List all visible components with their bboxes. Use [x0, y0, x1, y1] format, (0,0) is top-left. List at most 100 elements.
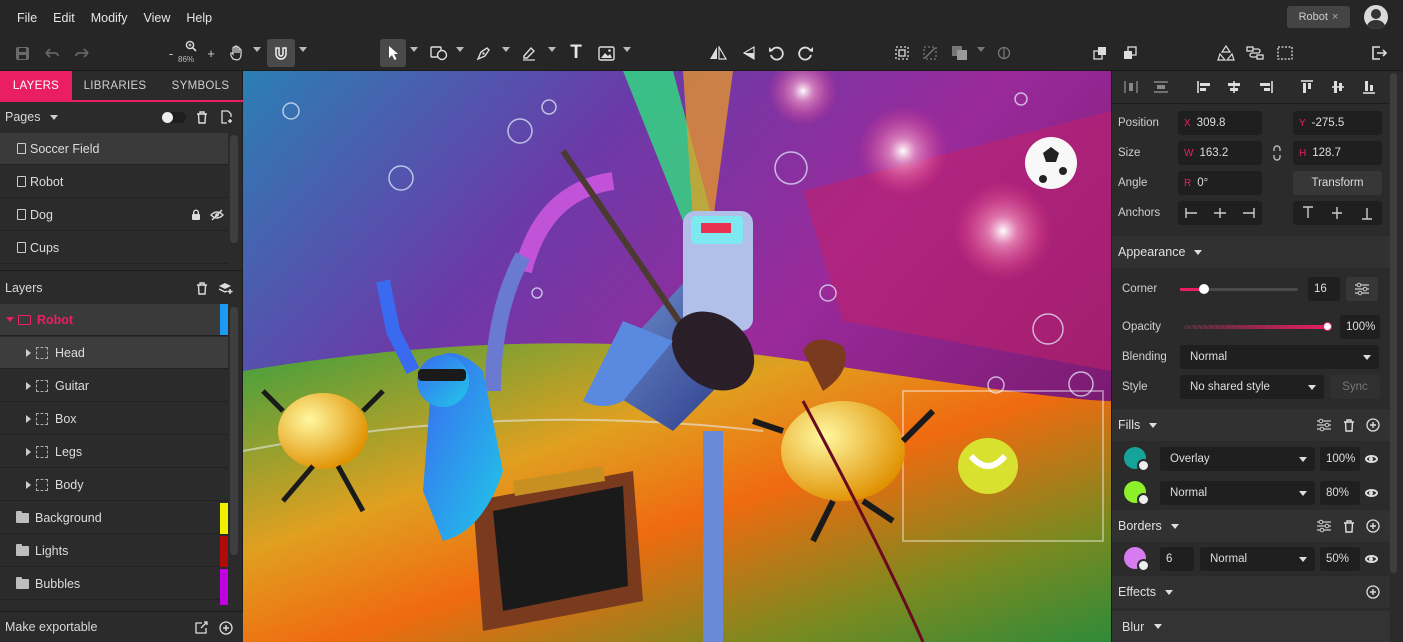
snap-magnet-icon[interactable]: [267, 39, 295, 67]
component-icon[interactable]: [1244, 39, 1266, 67]
distribute-vertical-icon[interactable]: [1152, 79, 1170, 95]
add-fill-icon[interactable]: [1366, 418, 1380, 432]
flip-vertical-icon[interactable]: [739, 39, 759, 67]
rotate-right-icon[interactable]: [796, 39, 816, 67]
collapse-icon[interactable]: [6, 317, 14, 322]
pages-dropdown-icon[interactable]: [50, 114, 59, 120]
image-dropdown-icon[interactable]: [623, 47, 631, 52]
appearance-header[interactable]: Appearance: [1112, 236, 1390, 268]
document-tab[interactable]: Robot ×: [1287, 6, 1350, 28]
border-width-field[interactable]: 6: [1160, 547, 1194, 571]
menu-file[interactable]: File: [9, 11, 45, 25]
hidden-eye-icon[interactable]: [210, 208, 224, 221]
border-blend-select[interactable]: Normal: [1200, 547, 1315, 571]
pages-scrollbar[interactable]: [230, 135, 238, 243]
delete-page-icon[interactable]: [195, 110, 209, 124]
delete-fill-icon[interactable]: [1342, 418, 1356, 432]
menu-help[interactable]: Help: [178, 11, 220, 25]
tab-libraries[interactable]: LIBRARIES: [72, 71, 158, 100]
shape-dropdown-icon[interactable]: [456, 47, 464, 52]
border-visibility-eye-icon[interactable]: [1365, 555, 1378, 563]
angle-field[interactable]: R 0°: [1178, 171, 1262, 195]
send-backward-icon[interactable]: [1120, 39, 1140, 67]
anchor-left-icon[interactable]: [1185, 208, 1199, 218]
menu-view[interactable]: View: [136, 11, 179, 25]
sync-button[interactable]: Sync: [1330, 375, 1380, 399]
layer-item-background[interactable]: Background: [0, 502, 228, 534]
align-bottom-icon[interactable]: [1360, 79, 1378, 95]
opacity-value-field[interactable]: 100%: [1340, 315, 1380, 339]
boolean-dropdown-icon[interactable]: [977, 47, 985, 52]
page-item-robot[interactable]: Robot: [0, 166, 228, 198]
position-y-field[interactable]: Y -275.5: [1293, 111, 1382, 135]
fill-2-color-swatch[interactable]: [1124, 481, 1150, 506]
blending-select[interactable]: Normal: [1180, 345, 1379, 369]
add-effect-icon[interactable]: [1366, 585, 1380, 599]
pointer-dropdown-icon[interactable]: [410, 47, 418, 52]
undo-icon[interactable]: [42, 39, 62, 67]
expand-icon[interactable]: [26, 480, 31, 489]
blur-dropdown-icon[interactable]: [1154, 624, 1163, 629]
shared-style-select[interactable]: No shared style: [1180, 375, 1324, 399]
menu-edit[interactable]: Edit: [45, 11, 83, 25]
tab-layers[interactable]: LAYERS: [0, 71, 72, 100]
constrain-proportions-icon[interactable]: [1270, 145, 1284, 161]
add-border-icon[interactable]: [1366, 519, 1380, 533]
align-left-icon[interactable]: [1195, 79, 1213, 95]
boolean-operations-icon[interactable]: [949, 39, 971, 67]
pen-dropdown-icon[interactable]: [502, 47, 510, 52]
effects-header[interactable]: Effects: [1112, 576, 1390, 608]
layer-item-bubbles[interactable]: Bubbles: [0, 568, 228, 600]
pencil-tool-icon[interactable]: [519, 39, 539, 67]
border-opacity-field[interactable]: 50%: [1320, 547, 1360, 571]
expand-icon[interactable]: [26, 447, 31, 456]
add-export-icon[interactable]: [219, 621, 233, 635]
image-tool-icon[interactable]: [595, 39, 617, 67]
size-h-field[interactable]: H 128.7: [1293, 141, 1382, 165]
anchor-center-h-icon[interactable]: [1213, 208, 1227, 218]
layer-item-box[interactable]: Box: [0, 403, 228, 435]
fill-1-opacity-field[interactable]: 100%: [1320, 447, 1360, 471]
anchor-right-icon[interactable]: [1241, 208, 1255, 218]
properties-scrollbar[interactable]: [1390, 73, 1397, 573]
corner-settings-icon[interactable]: [1346, 277, 1378, 301]
border-settings-icon[interactable]: [1316, 519, 1332, 533]
fill-2-opacity-field[interactable]: 80%: [1320, 481, 1360, 505]
rotate-left-icon[interactable]: [766, 39, 786, 67]
layer-item-head[interactable]: Head: [0, 337, 228, 369]
anchor-bottom-icon[interactable]: [1362, 206, 1373, 220]
corner-slider[interactable]: [1180, 284, 1298, 294]
opacity-slider[interactable]: [1184, 322, 1332, 331]
layer-item-body[interactable]: Body: [0, 469, 228, 501]
pen-tool-icon[interactable]: [474, 39, 494, 67]
flip-horizontal-icon[interactable]: [708, 39, 728, 67]
delete-border-icon[interactable]: [1342, 519, 1356, 533]
shape-tool-icon[interactable]: [428, 39, 450, 67]
fill-2-blend-select[interactable]: Normal: [1160, 481, 1315, 505]
add-page-icon[interactable]: [219, 110, 233, 124]
border-color-swatch[interactable]: [1124, 547, 1150, 572]
align-center-horizontal-icon[interactable]: [1225, 79, 1243, 95]
distribute-horizontal-icon[interactable]: [1122, 79, 1140, 95]
expand-icon[interactable]: [26, 348, 31, 357]
layer-item-lights[interactable]: Lights: [0, 535, 228, 567]
artboard-icon[interactable]: [1274, 39, 1296, 67]
fill-settings-icon[interactable]: [1316, 418, 1332, 432]
zoom-in-button[interactable]: +: [205, 39, 217, 67]
fill-1-color-swatch[interactable]: [1124, 447, 1150, 472]
hand-tool-icon[interactable]: [226, 39, 246, 67]
menu-modify[interactable]: Modify: [83, 11, 136, 25]
fill-2-visibility-eye-icon[interactable]: [1365, 489, 1378, 497]
save-icon[interactable]: [12, 39, 32, 67]
layer-item-robot[interactable]: Robot: [0, 304, 228, 336]
layer-item-legs[interactable]: Legs: [0, 436, 228, 468]
lock-icon[interactable]: [190, 208, 202, 221]
zoom-out-button[interactable]: -: [165, 39, 177, 67]
anchor-top-icon[interactable]: [1302, 206, 1313, 220]
text-tool-icon[interactable]: T: [566, 39, 586, 67]
export-icon[interactable]: [1369, 39, 1389, 67]
pages-toggle[interactable]: [162, 112, 186, 123]
page-item-cups[interactable]: Cups: [0, 232, 228, 264]
layer-item-guitar[interactable]: Guitar: [0, 370, 228, 402]
corner-value-field[interactable]: 16: [1308, 277, 1340, 301]
